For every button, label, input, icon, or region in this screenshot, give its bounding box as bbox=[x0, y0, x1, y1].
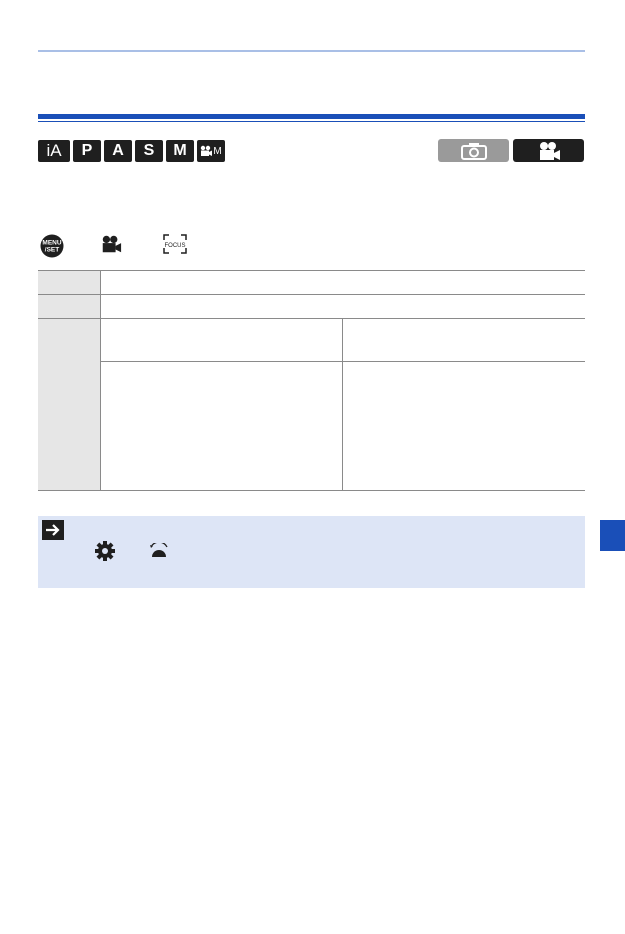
svg-text:MENU: MENU bbox=[42, 240, 61, 247]
mode-p-icon: P bbox=[73, 140, 101, 162]
note-box bbox=[38, 516, 585, 588]
mode-creative-video-label: M bbox=[213, 145, 222, 157]
mode-m-icon: M bbox=[166, 140, 194, 162]
table-row bbox=[38, 318, 585, 491]
table-subrow-name bbox=[100, 361, 344, 491]
arrow-right-icon bbox=[42, 520, 64, 540]
dial-icon bbox=[150, 543, 168, 557]
svg-text:FOCUS: FOCUS bbox=[165, 243, 186, 249]
camera-mode-indicator bbox=[438, 139, 584, 162]
table-subrow-name bbox=[100, 318, 344, 362]
table-row-label bbox=[38, 294, 101, 319]
chapter-side-tab bbox=[600, 520, 625, 551]
settings-table bbox=[38, 270, 585, 491]
movie-camera-icon bbox=[102, 235, 122, 253]
table-subrow-description bbox=[342, 318, 585, 362]
photo-mode-badge bbox=[438, 139, 509, 162]
mode-icon-row: iA P A S M M bbox=[38, 140, 225, 162]
svg-text:/SET: /SET bbox=[45, 247, 59, 254]
section-heading-underline bbox=[38, 121, 585, 122]
mode-a-icon: A bbox=[104, 140, 132, 162]
table-subrow-description bbox=[342, 361, 585, 491]
mode-creative-video-icon: M bbox=[197, 140, 225, 162]
table-row-value bbox=[100, 294, 585, 319]
video-mode-badge bbox=[513, 139, 584, 162]
section-heading-bar bbox=[38, 114, 585, 119]
table-row-value bbox=[100, 270, 585, 295]
mode-ia-icon: iA bbox=[38, 140, 70, 162]
gear-icon bbox=[95, 541, 115, 561]
table-row bbox=[38, 361, 585, 491]
movie-camera-icon bbox=[201, 145, 213, 156]
movie-camera-icon bbox=[539, 141, 560, 160]
focus-icon: FOCUS bbox=[163, 234, 187, 254]
table-row-label bbox=[38, 270, 101, 295]
mode-s-icon: S bbox=[135, 140, 163, 162]
menu-set-button-icon: MENU /SET bbox=[40, 234, 64, 258]
camera-icon bbox=[460, 142, 487, 160]
table-row bbox=[38, 270, 585, 295]
table-row bbox=[38, 294, 585, 319]
top-rule bbox=[38, 50, 585, 52]
table-row-label bbox=[38, 318, 101, 491]
